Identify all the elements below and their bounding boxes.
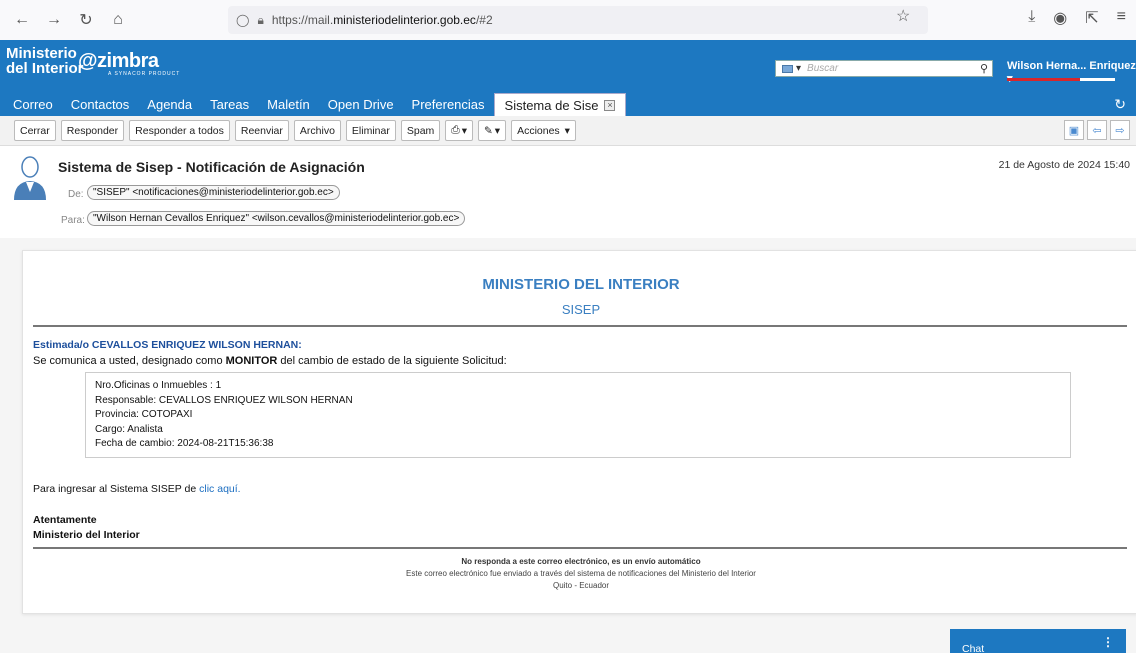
- chat-label: Chat: [962, 643, 985, 653]
- message-date: 21 de Agosto de 2024 15:40: [998, 159, 1130, 171]
- new-window-icon[interactable]: ▣: [1064, 120, 1084, 140]
- chat-menu-icon[interactable]: ⋮: [1102, 635, 1114, 649]
- toolbar-right: ▣ ⇦ ⇨: [1064, 120, 1130, 140]
- para-after: del cambio de estado de la siguiente Sol…: [277, 355, 507, 367]
- message-subject: Sistema de Sisep - Notificación de Asign…: [58, 159, 365, 175]
- chat-panel[interactable]: Chat ⋮: [950, 629, 1126, 653]
- email-card: MINISTERIO DEL INTERIOR SISEP Estimada/o…: [22, 250, 1136, 614]
- tab-preferencias[interactable]: Preferencias: [403, 97, 494, 116]
- search-icon[interactable]: ⚲: [980, 62, 988, 75]
- mail-icon: [782, 64, 793, 73]
- tab-sistema-de-sise[interactable]: Sistema de Sise ×: [493, 93, 627, 116]
- search-type-dropdown[interactable]: ▾: [776, 63, 807, 74]
- url-suffix: /#2: [475, 13, 493, 27]
- detail-line: Cargo: Analista: [95, 423, 163, 435]
- actions-label: Acciones: [517, 124, 560, 137]
- to-label: Para:: [61, 215, 85, 226]
- browser-toolbar: ← → ↻ ⌂ ◯ 🔒︎ https://mail. ministeriodeli…: [0, 0, 1136, 40]
- quota-bar-remaining: [1080, 78, 1115, 81]
- actions-button[interactable]: Acciones ▾: [511, 120, 576, 141]
- detail-line: Responsable: CEVALLOS ENRIQUEZ WILSON HE…: [95, 394, 353, 406]
- tag-icon: ✎: [483, 124, 493, 137]
- footer-notice: No responda a este correo electrónico, e…: [461, 557, 701, 566]
- para-bold: MONITOR: [225, 355, 278, 367]
- lock-icon: 🔒︎: [257, 12, 264, 27]
- reply-button[interactable]: Responder: [60, 120, 125, 141]
- account-icon[interactable]: ◉: [1053, 8, 1067, 28]
- detail-line: Provincia: COTOPAXI: [95, 409, 193, 420]
- spam-button[interactable]: Spam: [400, 120, 441, 141]
- browser-actions: ⤓ ◉ ⇱ ≡: [1028, 8, 1126, 28]
- tab-tareas[interactable]: Tareas: [201, 97, 258, 116]
- app-tabs: Correo Contactos Agenda Tareas Maletín O…: [0, 92, 1136, 116]
- signature-line2: Ministerio del Interior: [33, 529, 140, 541]
- user-name: Wilson Herna... Enriquez: [1007, 60, 1136, 72]
- user-menu[interactable]: Wilson Herna... Enriquez ▾: [1007, 60, 1136, 85]
- close-tab-icon[interactable]: ×: [604, 100, 616, 111]
- footer-line1: Este correo electrónico fue enviado a tr…: [406, 569, 756, 578]
- menu-icon[interactable]: ≡: [1117, 8, 1126, 28]
- tab-agenda[interactable]: Agenda: [138, 97, 201, 116]
- tab-open-drive[interactable]: Open Drive: [319, 97, 403, 116]
- delete-button[interactable]: Eliminar: [345, 120, 396, 141]
- access-link[interactable]: clic aquí.: [199, 483, 240, 495]
- tab-contactos[interactable]: Contactos: [62, 97, 139, 116]
- footer-line2: Quito - Ecuador: [552, 581, 610, 590]
- email-greeting: Estimada/o CEVALLOS ENRIQUEZ WILSON HERN…: [33, 339, 302, 351]
- download-icon[interactable]: ⤓: [1028, 8, 1035, 28]
- tab-label: Sistema de Sise: [504, 98, 599, 113]
- search-input[interactable]: ▾ Buscar ⚲: [775, 60, 993, 77]
- zimbra-logo: @zimbra A SYNACOR PRODUCT: [78, 50, 180, 77]
- tab-correo[interactable]: Correo: [4, 97, 62, 116]
- brand-tagline: A SYNACOR PRODUCT: [108, 71, 181, 77]
- access-line: Para ingresar al Sistema SISEP de clic a…: [33, 483, 241, 495]
- email-title: MINISTERIO DEL INTERIOR: [482, 276, 680, 293]
- back-icon[interactable]: ←: [8, 6, 36, 34]
- request-details-box: Nro.Oficinas o Inmuebles : 1 Responsable…: [85, 372, 1071, 458]
- email-subtitle: SISEP: [561, 302, 601, 317]
- forward-button[interactable]: Reenviar: [234, 120, 289, 141]
- detail-line: Fecha de cambio: 2024-08-21T15:36:38: [95, 438, 274, 449]
- forward-icon[interactable]: →: [40, 6, 68, 34]
- url-domain: ministeriodelinterior.gob.ec: [333, 13, 476, 27]
- detail-line: Nro.Oficinas o Inmuebles : 1: [95, 380, 222, 391]
- divider: [33, 325, 1127, 327]
- url-prefix: https://mail.: [271, 13, 334, 27]
- close-button[interactable]: Cerrar: [14, 120, 56, 141]
- access-text: Para ingresar al Sistema SISEP de: [33, 483, 200, 495]
- message-toolbar: Cerrar Responder Responder a todos Reenv…: [0, 116, 1136, 146]
- archive-button[interactable]: Archivo: [293, 120, 341, 141]
- zimbra-mark-icon: @: [78, 50, 98, 72]
- print-icon: ⎙: [451, 124, 460, 136]
- org-line1: Ministerio: [6, 45, 77, 62]
- org-logo: Ministerio del Interior: [6, 46, 84, 76]
- reload-icon[interactable]: ↻: [72, 6, 100, 34]
- brand-name: zimbra: [97, 50, 159, 72]
- to-address[interactable]: "Wilson Hernan Cevallos Enriquez" <wilso…: [87, 211, 466, 226]
- app-header: Ministerio del Interior @zimbra A SYNACO…: [0, 40, 1136, 92]
- bookmark-star-icon[interactable]: ☆: [896, 6, 910, 26]
- print-button[interactable]: ⎙ ▾: [445, 120, 473, 141]
- next-message-icon[interactable]: ⇨: [1110, 120, 1130, 140]
- org-line2: del Interior: [6, 60, 84, 77]
- tab-maletin[interactable]: Maletín: [258, 97, 319, 116]
- sender-avatar-icon: [14, 156, 46, 200]
- signature-line1: Atentamente: [33, 514, 97, 526]
- from-address[interactable]: "SISEP" <notificaciones@ministeriodelint…: [87, 185, 340, 200]
- home-icon[interactable]: ⌂: [104, 6, 132, 34]
- from-label: De:: [68, 189, 84, 200]
- email-paragraph: Se comunica a usted, designado como MONI…: [33, 355, 507, 367]
- reply-all-button[interactable]: Responder a todos: [129, 120, 230, 141]
- browser-nav: ← → ↻ ⌂: [8, 6, 132, 34]
- tag-button[interactable]: ✎ ▾: [477, 120, 507, 141]
- shield-icon: ◯: [236, 13, 250, 27]
- url-bar[interactable]: ◯ 🔒︎ https://mail. ministeriodelinterior.…: [228, 6, 928, 34]
- search-placeholder: Buscar: [807, 63, 839, 74]
- refresh-icon[interactable]: ↻: [1114, 96, 1126, 113]
- prev-message-icon[interactable]: ⇦: [1087, 120, 1107, 140]
- extensions-icon[interactable]: ⇱: [1085, 8, 1098, 28]
- para-before: Se comunica a usted, designado como: [33, 355, 226, 367]
- divider: [33, 547, 1127, 549]
